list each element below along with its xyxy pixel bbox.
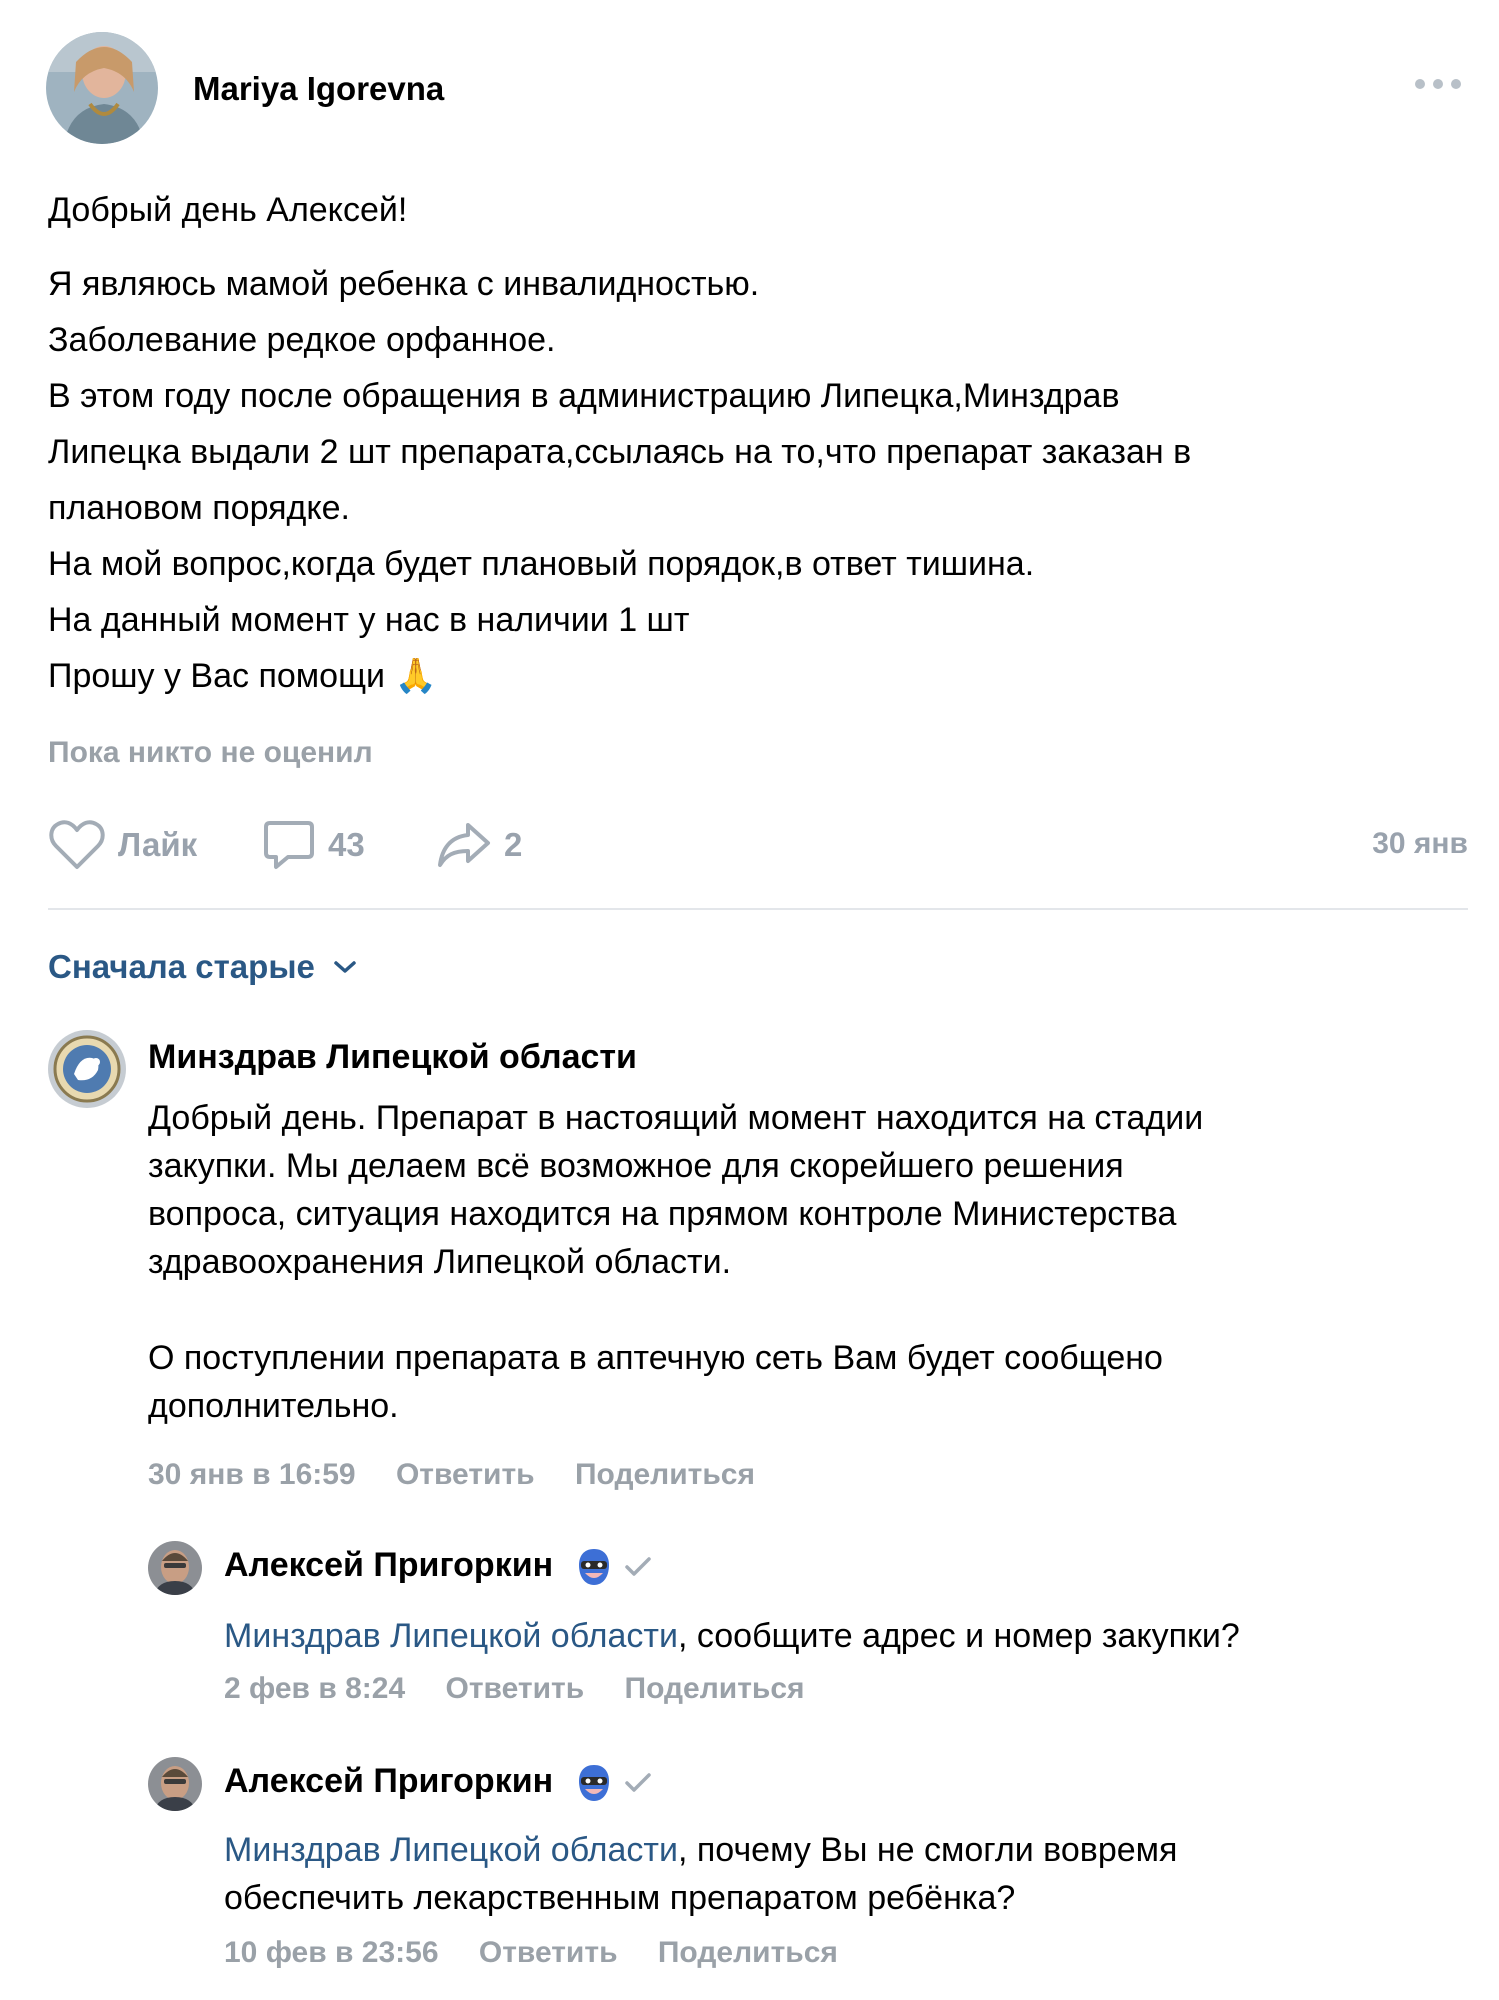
verified-check-icon <box>624 1773 651 1792</box>
comment-text: Минздрав Липецкой области, сообщите адре… <box>224 1612 1464 1660</box>
post-line: На мой вопрос,когда будет плановый поряд… <box>48 545 1035 583</box>
comment-line: здравоохранения Липецкой области. <box>148 1243 732 1281</box>
comment-meta: 2 фев в 8:24 Ответить Поделиться <box>224 1672 837 1706</box>
comment-author: Алексей Пригоркин <box>224 1762 653 1803</box>
heart-icon <box>49 820 105 869</box>
like-label: Лайк <box>118 826 198 863</box>
likes-note: Пока никто не оценил <box>48 736 373 769</box>
comment-author-name[interactable]: Алексей Пригоркин <box>224 1546 553 1584</box>
superhero-badge-icon <box>578 1549 609 1586</box>
share-comment-button[interactable]: Поделиться <box>575 1458 755 1491</box>
post-date[interactable]: 30 янв <box>1372 827 1468 861</box>
comment-line: вопроса, ситуация находится на прямом ко… <box>148 1195 1177 1233</box>
comment-line: , сообщите адрес и номер закупки? <box>677 1617 1240 1655</box>
comments-button[interactable]: 43 <box>262 815 365 875</box>
superhero-badge-icon <box>578 1765 609 1802</box>
comment-text: Добрый день. Препарат в настоящий момент… <box>148 1094 1448 1430</box>
comment-author[interactable]: Минздрав Липецкой области <box>148 1038 637 1077</box>
post-line: Я являюсь мамой ребенка с инвалидностью. <box>48 265 760 303</box>
comment-avatar[interactable] <box>148 1541 202 1595</box>
author-avatar[interactable] <box>46 32 158 144</box>
post-line: Заболевание редкое орфанное. <box>48 321 556 359</box>
comment-line: О поступлении препарата в аптечную сеть … <box>148 1339 1163 1377</box>
comment-time[interactable]: 2 фев в 8:24 <box>224 1672 405 1705</box>
comment-avatar[interactable] <box>48 1030 126 1108</box>
shares-count: 2 <box>504 826 523 863</box>
comment-time[interactable]: 10 фев в 23:56 <box>224 1936 439 1969</box>
mention-link[interactable]: Минздрав Липецкой области <box>224 1617 678 1655</box>
share-button[interactable]: 2 <box>436 815 522 875</box>
comment-author: Алексей Пригоркин <box>224 1546 653 1587</box>
mention-link[interactable]: Минздрав Липецкой области <box>224 1831 678 1869</box>
share-comment-button[interactable]: Поделиться <box>625 1672 805 1705</box>
comment-line: Добрый день. Препарат в настоящий момент… <box>148 1099 1204 1137</box>
comment-line: закупки. Мы делаем всё возможное для ско… <box>148 1147 1124 1185</box>
post-line: Липецка выдали 2 шт препарата,ссылаясь н… <box>48 433 1192 471</box>
reply-button[interactable]: Ответить <box>396 1458 535 1491</box>
post-line: Прошу у Вас помощи 🙏 <box>48 657 437 695</box>
divider <box>48 908 1468 910</box>
author-badges <box>575 1547 653 1587</box>
comment-text: Минздрав Липецкой области, почему Вы не … <box>224 1826 1464 1922</box>
reply-button[interactable]: Ответить <box>479 1936 618 1969</box>
comment-icon <box>264 821 314 869</box>
chevron-down-icon <box>334 961 356 973</box>
post-author-name[interactable]: Mariya Igorevna <box>193 70 444 108</box>
verified-check-icon <box>624 1557 651 1576</box>
post-header: Mariya Igorevna <box>46 32 1466 144</box>
comment-line: дополнительно. <box>148 1387 399 1425</box>
comment-time[interactable]: 30 янв в 16:59 <box>148 1458 356 1491</box>
post-line: На данный момент у нас в наличии 1 шт <box>48 601 690 639</box>
post-text: Добрый день Алексей! Я являюсь мамой реб… <box>48 182 1448 704</box>
comments-count: 43 <box>328 826 365 863</box>
more-icon[interactable] <box>1410 72 1466 96</box>
post-actions: Лайк 43 2 30 янв <box>48 815 1468 875</box>
post-greeting: Добрый день Алексей! <box>48 191 408 229</box>
author-badges <box>575 1763 653 1803</box>
post-line: В этом году после обращения в администра… <box>48 377 1120 415</box>
comment-author-name[interactable]: Алексей Пригоркин <box>224 1762 553 1800</box>
like-button[interactable]: Лайк <box>48 815 197 875</box>
sort-label: Сначала старые <box>48 948 315 985</box>
post-line: плановом порядке. <box>48 489 350 527</box>
comment-line: , почему Вы не смогли вовремя <box>677 1831 1178 1869</box>
comment-avatar[interactable] <box>148 1757 202 1811</box>
reply-button[interactable]: Ответить <box>446 1672 585 1705</box>
share-comment-button[interactable]: Поделиться <box>658 1936 838 1969</box>
share-icon <box>438 823 490 867</box>
comment-meta: 10 фев в 23:56 Ответить Поделиться <box>224 1936 870 1970</box>
comment-line: обеспечить лекарственным препаратом ребё… <box>224 1879 1016 1917</box>
comment-meta: 30 янв в 16:59 Ответить Поделиться <box>148 1458 787 1492</box>
sort-dropdown[interactable]: Сначала старые <box>48 948 357 986</box>
